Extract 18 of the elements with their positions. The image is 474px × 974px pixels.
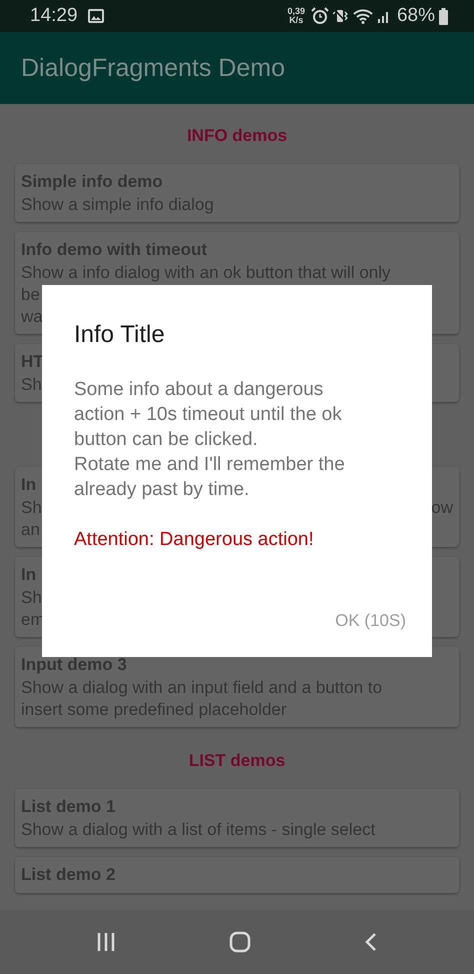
- recents-icon: [96, 932, 116, 952]
- warning-message: Attention: Dangerous action!: [74, 528, 315, 552]
- wifi-icon: [352, 8, 373, 24]
- battery-icon: [439, 8, 448, 24]
- battery-percent: 68%: [396, 5, 435, 27]
- vibrate-icon: [332, 8, 349, 24]
- section-header: INFO demos: [186, 126, 288, 146]
- back-icon: [364, 932, 378, 952]
- clock-time: 14:29: [30, 5, 78, 27]
- app-title: DialogFragments Demo: [21, 54, 285, 82]
- home-icon: [228, 931, 251, 953]
- network-speed: 0,39: [287, 7, 305, 16]
- speed-unit: K/s: [289, 16, 304, 25]
- picture-icon: [88, 9, 104, 23]
- signal-icon: [376, 9, 391, 23]
- section-header: LIST demos: [188, 751, 286, 771]
- dialog-message: Some info about a dangerous action + 10s timeout until the ok button can be clicked. Rotate me and I'll remember the already past by time.: [74, 378, 346, 502]
- alarm-icon: [310, 7, 329, 25]
